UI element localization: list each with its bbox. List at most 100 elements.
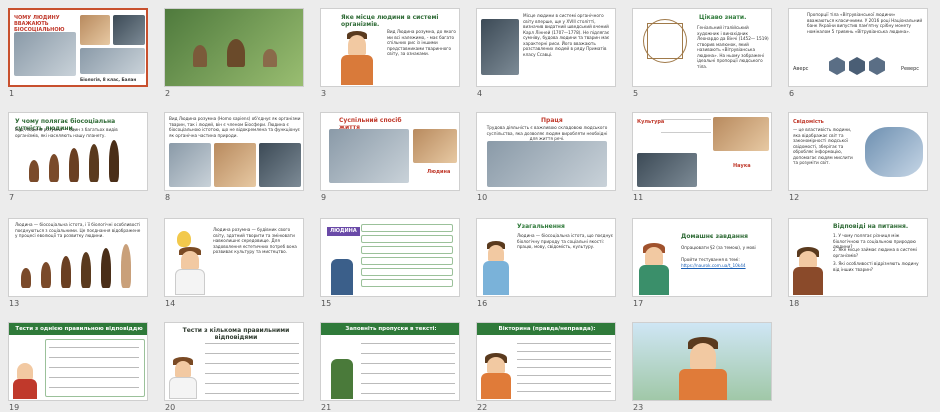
slide-1[interactable]: ЧОМУ ЛЮДИНУ ВВАЖАЮТЬ БІОСОЦІАЛЬНОЮ ІСТОТ… [8, 8, 148, 98]
slide-number: 11 [633, 193, 644, 202]
slide-15[interactable]: ЛЮДИНА 15 [320, 218, 460, 308]
slide-18[interactable]: Відповіді на питання. 1. У чому полягає … [788, 218, 928, 308]
coin-side-label: Реверс [901, 66, 920, 72]
slide-number: 13 [9, 299, 20, 308]
slide-21[interactable]: Заповніть пропуски в тексті: 21 [320, 322, 460, 412]
slide-19[interactable]: Тести з однією правильною відповіддю 19 [8, 322, 148, 412]
quiz-line [517, 343, 611, 344]
slide-thumbnail[interactable] [164, 8, 304, 87]
student-figure-body [639, 265, 669, 295]
slide-4[interactable]: Місце людини в системі органічного світу… [476, 8, 616, 98]
slide-3[interactable]: Яке місце людини в системі організмів. В… [320, 8, 460, 98]
slide-thumbnail[interactable]: Відповіді на питання. 1. У чому полягає … [788, 218, 928, 297]
quiz-line [205, 343, 299, 344]
slide-7[interactable]: У чому полягає біосоціальна сутність люд… [8, 112, 148, 202]
slide-note: Людина [427, 169, 451, 175]
homework-link[interactable]: https://naurok.com.ua/t_10k44 [681, 263, 769, 269]
slide-body: Вид Людина розумна, до якого ми всі нале… [387, 29, 456, 56]
mindmap-node [361, 246, 453, 254]
slide-thumbnail[interactable] [632, 322, 772, 401]
slide-sorter-grid: ЧОМУ ЛЮДИНУ ВВАЖАЮТЬ БІОСОЦІАЛЬНОЮ ІСТОТ… [8, 8, 932, 412]
quiz-line [49, 347, 139, 348]
slide-thumbnail[interactable]: ЧОМУ ЛЮДИНУ ВВАЖАЮТЬ БІОСОЦІАЛЬНОЮ ІСТОТ… [8, 8, 148, 87]
quiz-line [205, 373, 299, 374]
slide-number: 6 [789, 89, 795, 98]
slide-title: Праця [541, 117, 563, 124]
slide-thumbnail[interactable]: Заповніть пропуски в тексті: [320, 322, 460, 401]
slide-thumbnail[interactable]: Праця Трудова діяльність є важливою скла… [476, 112, 616, 191]
quiz-line [49, 367, 139, 368]
quiz-line [517, 367, 611, 368]
slide-thumbnail[interactable]: Цікаво знати. Геніальний італійський худ… [632, 8, 772, 87]
slide-thumbnail[interactable]: Пропорції тіла «Вітрувіанської людини» в… [788, 8, 928, 87]
text-line [361, 393, 455, 394]
slide-thumbnail[interactable]: Свідомість — це властивість людини, яка … [788, 112, 928, 191]
slide-thumbnail[interactable]: Домашнє завдання Опрацювати §2 (за темою… [632, 218, 772, 297]
slide-5[interactable]: Цікаво знати. Геніальний італійський худ… [632, 8, 772, 98]
slide-8[interactable]: Вид Людина розумна (Homo sapiens) об'єдн… [164, 112, 304, 202]
coin-icon [869, 57, 885, 75]
student-figure [331, 259, 353, 295]
quiz-line [517, 391, 611, 392]
slide-13[interactable]: Людина — біосоціальна істота, і її біоло… [8, 218, 148, 308]
slide-body: Вид Людина розумна — один з багатьох вид… [15, 127, 118, 138]
slide-thumbnail[interactable]: Культура Наука [632, 112, 772, 191]
slide-thumbnail[interactable]: Вид Людина розумна (Homo sapiens) об'єдн… [164, 112, 304, 191]
student-figure [487, 357, 505, 373]
slide-number: 20 [165, 403, 176, 412]
slide-thumbnail[interactable]: У чому полягає біосоціальна сутність люд… [8, 112, 148, 191]
coin-icon [829, 57, 845, 75]
slide-title: Відповіді на питання. [833, 223, 909, 230]
slide-title: Тести з однією правильною відповіддю [9, 323, 147, 335]
slide-17[interactable]: Домашнє завдання Опрацювати §2 (за темою… [632, 218, 772, 308]
slide-22[interactable]: Вікторина (правда/неправда): 22 [476, 322, 616, 412]
slide-thumbnail[interactable]: Суспільний спосіб життя Людина [320, 112, 460, 191]
student-figure [17, 363, 33, 379]
slide-title: Цікаво знати. [699, 14, 747, 21]
slide-title: Заповніть пропуски в тексті: [321, 323, 459, 335]
quiz-line [205, 393, 299, 394]
animal-figure [263, 49, 277, 67]
mindmap-node [361, 257, 453, 265]
evolution-figure [121, 244, 131, 288]
slide-number: 4 [477, 89, 483, 98]
slide-23[interactable]: 23 [632, 322, 772, 412]
slide-16[interactable]: Узагальнення Людина — біосоціальна істот… [476, 218, 616, 308]
slide-title: Домашнє завдання [681, 233, 748, 240]
slide-number: 3 [321, 89, 327, 98]
slide-number: 10 [477, 193, 488, 202]
text-line [361, 373, 455, 374]
slide-thumbnail[interactable]: Місце людини в системі органічного світу… [476, 8, 616, 87]
slide-2[interactable]: 2 [164, 8, 304, 98]
slide-thumbnail[interactable]: Тести з кількома правильними відповідями [164, 322, 304, 401]
slide-thumbnail[interactable]: Яке місце людини в системі організмів. В… [320, 8, 460, 87]
slide-11[interactable]: Культура Наука 11 [632, 112, 772, 202]
slide-10[interactable]: Праця Трудова діяльність є важливою скла… [476, 112, 616, 202]
boy-figure [690, 343, 716, 369]
slide-thumbnail[interactable]: Людина розумна — будівник свого світу, з… [164, 218, 304, 297]
slide-thumbnail[interactable]: Узагальнення Людина — біосоціальна істот… [476, 218, 616, 297]
slide-thumbnail[interactable]: Вікторина (правда/неправда): [476, 322, 616, 401]
slide-body: — це властивість людини, яка відображає … [793, 127, 853, 165]
slide-number: 23 [633, 403, 644, 412]
mindmap-node [361, 235, 453, 243]
slide-thumbnail[interactable]: ЛЮДИНА [320, 218, 460, 297]
evolution-figure [29, 160, 39, 182]
slide-number: 18 [789, 299, 800, 308]
slide-thumbnail[interactable]: Тести з однією правильною відповіддю [8, 322, 148, 401]
quiz-line [517, 383, 611, 384]
quiz-line [517, 351, 611, 352]
quiz-line [517, 375, 611, 376]
slide-20[interactable]: Тести з кількома правильними відповідями… [164, 322, 304, 412]
slide-9[interactable]: Суспільний спосіб життя Людина 9 [320, 112, 460, 202]
question-item: 2. Яке місце займає людина в системі орг… [833, 247, 917, 258]
slide-body: Людина — біосоціальна істота, і її біоло… [15, 222, 141, 238]
slide-14[interactable]: Людина розумна — будівник свого світу, з… [164, 218, 304, 308]
slide-body: Пропорції тіла «Вітрувіанської людини» в… [807, 12, 923, 34]
animal-figure [193, 45, 207, 67]
slide-thumbnail[interactable]: Людина — біосоціальна істота, і її біоло… [8, 218, 148, 297]
slide-12[interactable]: Свідомість — це властивість людини, яка … [788, 112, 928, 202]
student-figure [645, 247, 663, 265]
homework-item: Опрацювати §2 (за темою), у мові [681, 245, 756, 250]
slide-6[interactable]: Пропорції тіла «Вітрувіанської людини» в… [788, 8, 928, 98]
